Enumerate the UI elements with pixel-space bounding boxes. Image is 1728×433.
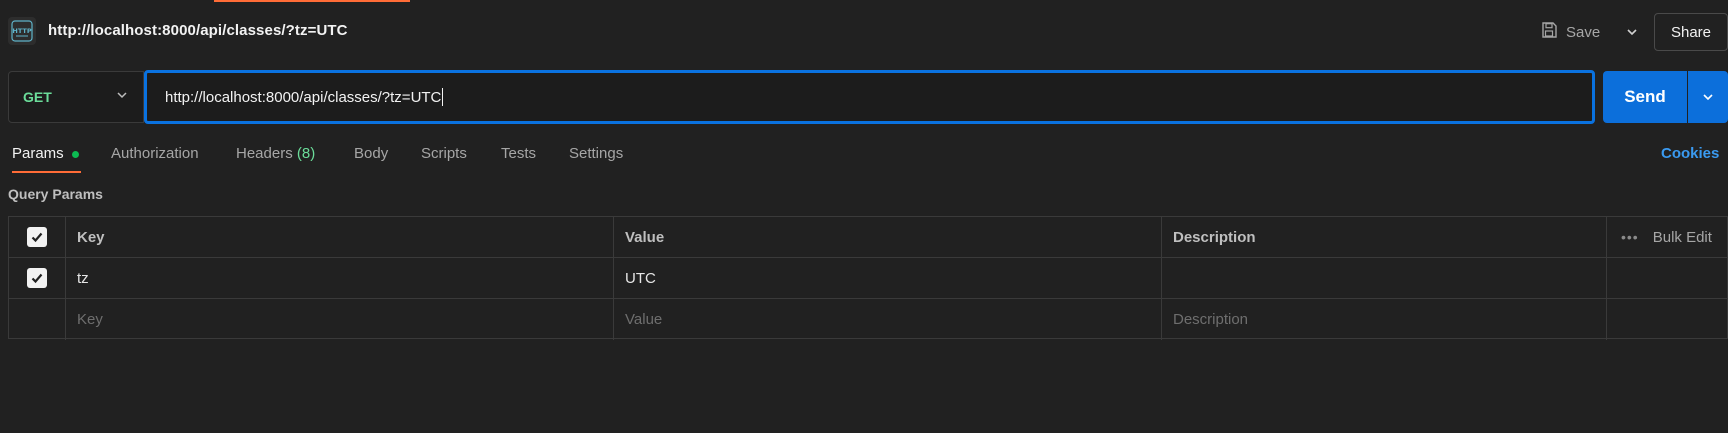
tab-headers[interactable]: Headers (8) <box>236 145 315 162</box>
row-actions-cell <box>1607 299 1728 340</box>
row-check-cell <box>9 299 66 340</box>
tab-settings[interactable]: Settings <box>569 145 623 162</box>
select-all-checkbox[interactable] <box>27 227 47 247</box>
share-button[interactable]: Share <box>1654 13 1728 51</box>
tab-body[interactable]: Body <box>354 145 388 162</box>
table-header-row: Key Value Description ••• Bulk Edit <box>9 217 1727 258</box>
new-key-field[interactable]: Key <box>66 299 614 340</box>
text-cursor <box>442 88 444 106</box>
headers-count-badge: (8) <box>296 145 316 162</box>
save-options-chevron-icon[interactable] <box>1620 20 1644 44</box>
svg-text:HTTP: HTTP <box>12 27 31 35</box>
new-description-field[interactable]: Description <box>1162 299 1607 340</box>
request-title[interactable]: http://localhost:8000/api/classes/?tz=UT… <box>48 22 348 39</box>
save-icon <box>1540 21 1558 43</box>
method-label: GET <box>23 89 52 105</box>
bulk-edit-button[interactable]: Bulk Edit <box>1653 229 1712 246</box>
chevron-down-icon <box>115 88 129 107</box>
params-active-dot <box>71 150 79 158</box>
method-select[interactable]: GET <box>8 71 144 123</box>
check-icon <box>31 232 43 243</box>
row-enabled-checkbox[interactable] <box>27 268 47 288</box>
new-param-row: Key Value Description <box>9 299 1727 340</box>
tab-params[interactable]: Params <box>12 145 79 162</box>
url-input[interactable]: http://localhost:8000/api/classes/?tz=UT… <box>144 70 1595 124</box>
new-value-field[interactable]: Value <box>614 299 1162 340</box>
more-options-icon[interactable]: ••• <box>1621 229 1639 245</box>
save-label: Save <box>1566 23 1601 41</box>
query-params-table: Key Value Description ••• Bulk Edit tz U… <box>8 216 1728 340</box>
param-description-field[interactable] <box>1162 258 1607 298</box>
http-icon: HTTP <box>8 17 36 45</box>
value-column-header: Value <box>614 217 1162 257</box>
active-tab-indicator <box>214 0 410 2</box>
tab-scripts[interactable]: Scripts <box>421 145 467 162</box>
send-options-chevron-icon[interactable] <box>1688 71 1728 123</box>
check-icon <box>31 273 43 284</box>
tab-headers-label: Headers <box>236 145 293 162</box>
param-value-field[interactable]: UTC <box>614 258 1162 298</box>
key-column-header: Key <box>66 217 614 257</box>
table-row: tz UTC <box>9 258 1727 299</box>
param-key-field[interactable]: tz <box>66 258 614 298</box>
description-column-header: Description <box>1162 217 1607 257</box>
row-check-cell <box>9 258 66 298</box>
tab-authorization[interactable]: Authorization <box>111 145 199 162</box>
url-text: http://localhost:8000/api/classes/?tz=UT… <box>165 88 442 106</box>
query-params-label: Query Params <box>8 186 103 202</box>
tab-params-underline <box>12 171 81 173</box>
save-button[interactable]: Save <box>1540 18 1600 46</box>
table-actions: ••• Bulk Edit <box>1607 217 1728 257</box>
cookies-link[interactable]: Cookies <box>1661 145 1719 162</box>
send-button[interactable]: Send <box>1603 71 1687 123</box>
select-all-cell <box>9 217 66 257</box>
tab-params-label: Params <box>12 145 64 162</box>
row-actions-cell <box>1607 258 1728 298</box>
tab-tests[interactable]: Tests <box>501 145 536 162</box>
